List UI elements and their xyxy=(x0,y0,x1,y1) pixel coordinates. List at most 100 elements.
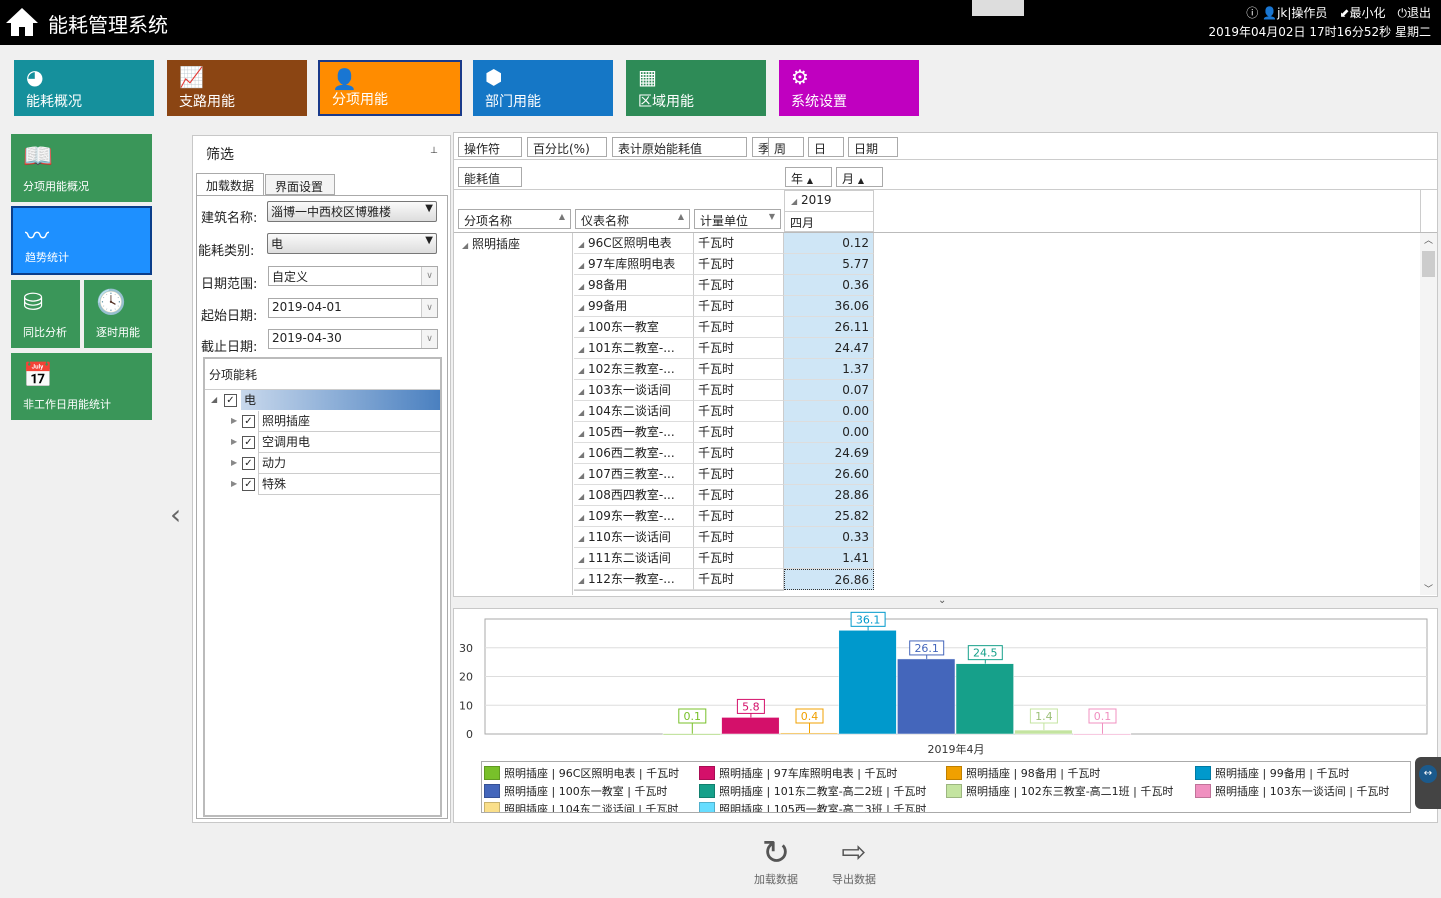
minimize-button[interactable]: ⬋最小化 xyxy=(1339,4,1385,21)
row-field-meter[interactable]: 仪表名称 ▲ xyxy=(575,209,690,229)
user-label[interactable]: ⓘ 👤jk|操作员 xyxy=(1246,4,1327,21)
nav-tile-4[interactable]: ▦ 区域用能 xyxy=(626,60,766,116)
legend-item[interactable]: 照明插座 | 100东一教室 | 千瓦时 xyxy=(484,783,667,799)
tree-node[interactable]: ▶ ✓ 特殊 xyxy=(205,474,440,495)
filter-field[interactable]: 日 xyxy=(808,137,844,157)
vertical-scrollbar[interactable]: ︿ ﹀ xyxy=(1420,233,1437,595)
legend-item[interactable]: 照明插座 | 99备用 | 千瓦时 xyxy=(1195,765,1349,781)
value-cell[interactable]: 28.86 xyxy=(784,485,874,506)
checkbox[interactable]: ✓ xyxy=(242,457,255,470)
reload-button[interactable]: ↻ 加载数据 xyxy=(748,835,804,887)
row-field-category[interactable]: 分项名称 ▲ xyxy=(458,209,571,229)
tree-node[interactable]: ▶ ✓ 空调用电 xyxy=(205,432,440,453)
value-cell[interactable]: 26.60 xyxy=(784,464,874,485)
checkbox[interactable]: ✓ xyxy=(242,436,255,449)
field-year[interactable]: 年 ▲ xyxy=(785,167,832,187)
bar[interactable] xyxy=(1014,729,1073,735)
filter-field[interactable]: 操作符 xyxy=(458,137,522,157)
value-cell[interactable]: 0.36 xyxy=(784,275,874,296)
value-cell[interactable]: 36.06 xyxy=(784,296,874,317)
legend-item[interactable]: 照明插座 | 103东一谈话间 | 千瓦时 xyxy=(1195,783,1389,799)
side-tile-4[interactable]: 📅 非工作日用能统计 xyxy=(11,353,152,420)
nav-tile-5[interactable]: ⚙ 系统设置 xyxy=(779,60,919,116)
expand-icon[interactable]: ▶ xyxy=(231,474,237,494)
expand-icon[interactable]: ▶ xyxy=(231,432,237,452)
filter-field[interactable]: 日期 xyxy=(848,137,898,157)
bar[interactable] xyxy=(897,658,956,735)
value-cell[interactable]: 0.33 xyxy=(784,527,874,548)
book-icon: 📖 xyxy=(23,142,53,170)
side-tile-1[interactable]: 〰趋势统计 xyxy=(11,206,152,275)
logout-button[interactable]: ⏻退出 xyxy=(1397,4,1431,21)
value-cell[interactable]: 26.11 xyxy=(784,317,874,338)
side-tile-3[interactable]: 🕓 逐时用能 xyxy=(84,280,152,348)
value-cell[interactable]: 25.82 xyxy=(784,506,874,527)
tree-node[interactable]: ▶ ✓ 动力 xyxy=(205,453,440,474)
unit-cell: 千瓦时 xyxy=(694,548,784,569)
data-label: 26.1 xyxy=(914,642,939,655)
expand-icon[interactable]: ▶ xyxy=(231,411,237,431)
tree-node[interactable]: ▶ ✓ 照明插座 xyxy=(205,411,440,432)
value-cell[interactable]: 1.37 xyxy=(784,359,874,380)
energy-type-select[interactable]: 电 ▼ xyxy=(267,233,437,254)
nav-tile-2[interactable]: 👤 分项用能 xyxy=(318,60,462,116)
checkbox[interactable]: ✓ xyxy=(224,394,237,407)
value-cell[interactable]: 0.00 xyxy=(784,422,874,443)
end-date-input[interactable]: 2019-04-30 ∨ xyxy=(268,329,438,349)
filter-field[interactable]: 百分比(%) xyxy=(527,137,607,157)
value-cell[interactable]: 0.00 xyxy=(784,401,874,422)
bar[interactable] xyxy=(662,733,721,735)
row-field-unit[interactable]: 计量单位 ▼ xyxy=(694,209,781,229)
tab-ui-settings[interactable]: 界面设置 xyxy=(265,174,335,195)
value-cell[interactable]: 24.47 xyxy=(784,338,874,359)
expand-icon[interactable]: ▶ xyxy=(231,453,237,473)
side-tile-0[interactable]: 📖 分项用能概况 xyxy=(11,134,152,202)
legend-item[interactable]: 照明插座 | 96C区照明电表 | 千瓦时 xyxy=(484,765,679,781)
pin-icon[interactable]: ⊥ xyxy=(430,146,438,156)
legend-item[interactable]: 照明插座 | 102东三教室-高二1班 | 千瓦时 xyxy=(946,783,1173,799)
bar[interactable] xyxy=(1072,733,1132,736)
date-range-select[interactable]: 自定义 ∨ xyxy=(268,266,438,286)
tab-load-data[interactable]: 加载数据 xyxy=(196,173,264,195)
checkbox[interactable]: ✓ xyxy=(242,478,255,491)
bar[interactable] xyxy=(838,630,897,735)
legend-item[interactable]: 照明插座 | 101东二教室-高二2班 | 千瓦时 xyxy=(699,783,926,799)
meter-cell: ◢ 104东二谈话间 xyxy=(574,401,694,422)
checkbox[interactable]: ✓ xyxy=(242,415,255,428)
side-tile-2[interactable]: ⛁ 同比分析 xyxy=(11,280,80,348)
nav-tile-1[interactable]: 📈 支路用能 xyxy=(167,60,307,116)
value-cell[interactable]: 24.69 xyxy=(784,443,874,464)
value-cell[interactable]: 0.12 xyxy=(784,233,874,254)
value-cell[interactable]: 0.07 xyxy=(784,380,874,401)
bar[interactable] xyxy=(721,717,780,735)
splitter-chevron-icon[interactable]: ⌄ xyxy=(938,595,946,606)
unit-cell: 千瓦时 xyxy=(694,338,784,359)
nav-tile-3[interactable]: ⬢ 部门用能 xyxy=(473,60,613,116)
field-month[interactable]: 月 ▲ xyxy=(836,167,883,187)
field-energy-value[interactable]: 能耗值 xyxy=(458,167,522,187)
data-label: 36.1 xyxy=(856,613,881,626)
collapse-chevron-icon[interactable]: ‹ xyxy=(170,498,181,531)
value-cell[interactable]: 26.86 xyxy=(784,569,874,590)
legend-item[interactable]: 照明插座 | 97车库照明电表 | 千瓦时 xyxy=(699,765,897,781)
legend-item[interactable]: 照明插座 | 104东二谈话间 | 千瓦时 xyxy=(484,801,678,812)
building-select[interactable]: 淄博一中西校区博雅楼 ▼ xyxy=(267,201,437,222)
meter-cell: ◢ 102东三教室-... xyxy=(574,359,694,380)
legend-item[interactable]: 照明插座 | 105西一教室-高二3班 | 千瓦时 xyxy=(699,801,926,812)
value-cell[interactable]: 1.41 xyxy=(784,548,874,569)
tree-node-root[interactable]: ◢ ✓ 电 xyxy=(205,390,440,411)
nav-tile-0[interactable]: ◕ 能耗概况 xyxy=(14,60,154,116)
window-layout-control[interactable] xyxy=(972,0,1024,16)
home-icon[interactable] xyxy=(4,6,40,38)
filter-field[interactable]: 表计原始能耗值 xyxy=(612,137,747,157)
export-button[interactable]: ⇨ 导出数据 xyxy=(826,835,882,887)
side-handle[interactable]: ↔ xyxy=(1415,757,1441,809)
filter-field[interactable]: 周 xyxy=(768,137,804,157)
bar[interactable] xyxy=(779,732,839,735)
legend-item[interactable]: 照明插座 | 98备用 | 千瓦时 xyxy=(946,765,1100,781)
start-date-input[interactable]: 2019-04-01 ∨ xyxy=(268,298,438,318)
value-cell[interactable]: 5.77 xyxy=(784,254,874,275)
legend-swatch xyxy=(484,784,500,798)
grid-icon: ▦ xyxy=(638,65,657,89)
bar[interactable] xyxy=(955,663,1014,735)
